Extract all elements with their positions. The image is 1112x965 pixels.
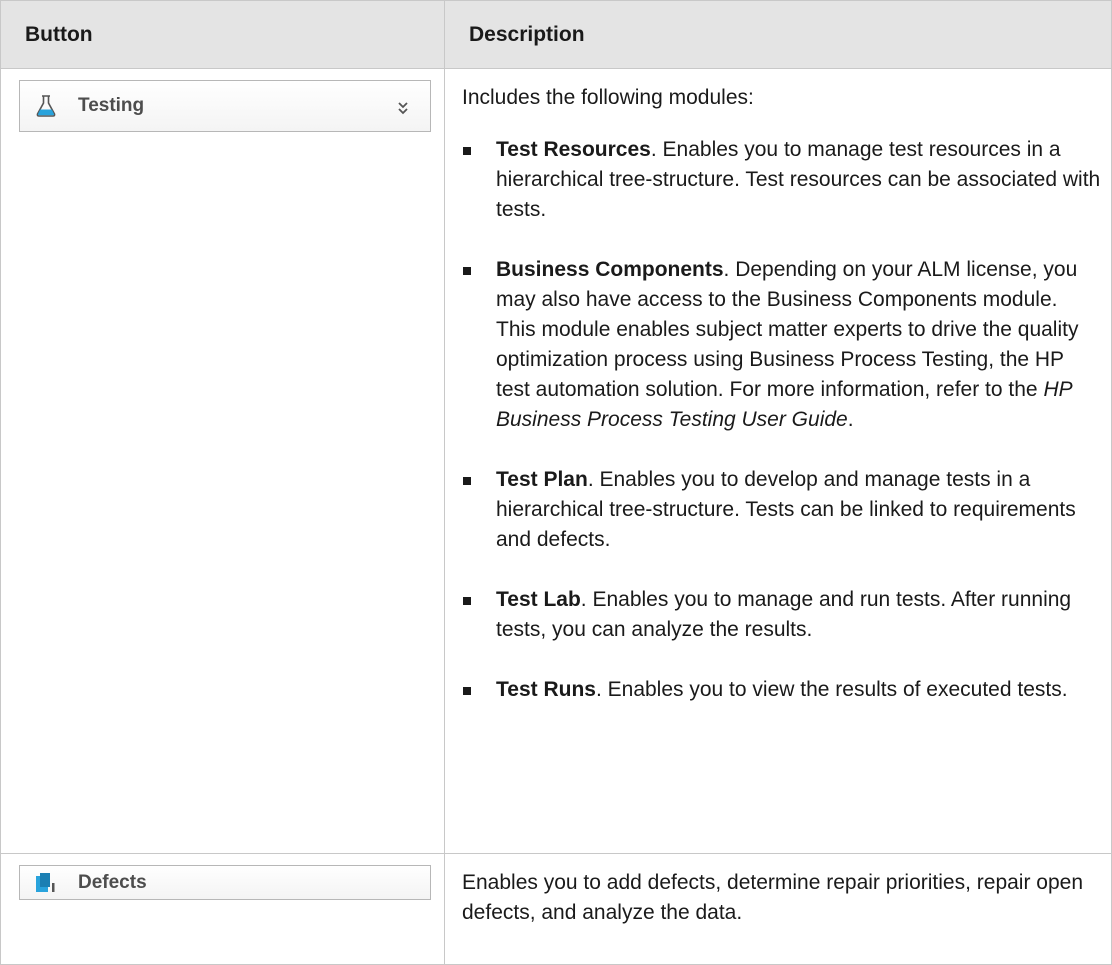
testing-module-button[interactable]: Testing bbox=[19, 80, 431, 132]
item-term: Business Components bbox=[496, 258, 724, 281]
list-item: Test Resources. Enables you to manage te… bbox=[462, 135, 1101, 225]
item-text: . Enables you to view the results of exe… bbox=[595, 678, 1068, 701]
button-cell: Testing bbox=[0, 68, 445, 854]
defects-description: Enables you to add defects, determine re… bbox=[462, 871, 1084, 924]
defects-button-label: Defects bbox=[78, 871, 147, 893]
button-cell: Defects bbox=[0, 853, 445, 965]
modules-table: Button Description Testing Includes the … bbox=[0, 0, 1112, 965]
description-cell: Enables you to add defects, determine re… bbox=[444, 853, 1112, 965]
testing-button-label: Testing bbox=[78, 95, 145, 116]
item-end: . bbox=[847, 408, 854, 431]
module-list: Test Resources. Enables you to manage te… bbox=[462, 135, 1101, 705]
table-header-row: Button Description bbox=[0, 0, 1112, 69]
list-item: Test Runs. Enables you to view the resul… bbox=[462, 675, 1101, 705]
table-row-testing: Testing Includes the following modules: … bbox=[0, 68, 1112, 854]
defects-module-button[interactable]: Defects bbox=[19, 865, 431, 900]
description-cell: Includes the following modules: Test Res… bbox=[444, 68, 1112, 854]
list-item: Test Plan. Enables you to develop and ma… bbox=[462, 465, 1101, 555]
item-term: Test Runs bbox=[496, 678, 596, 701]
testing-intro: Includes the following modules: bbox=[462, 86, 754, 109]
item-text: . Enables you to manage and run tests. A… bbox=[496, 588, 1072, 641]
list-item: Business Components. Depending on your A… bbox=[462, 255, 1101, 435]
item-term: Test Lab bbox=[496, 588, 581, 611]
chevron-double-down-icon bbox=[396, 99, 410, 115]
item-term: Test Plan bbox=[496, 468, 588, 491]
item-term: Test Resources bbox=[496, 138, 651, 161]
table-row-defects: Defects Enables you to add defects, dete… bbox=[0, 853, 1112, 965]
flask-icon bbox=[34, 94, 58, 118]
description-column-header: Description bbox=[444, 0, 1112, 69]
button-column-header: Button bbox=[0, 0, 445, 69]
defects-icon bbox=[34, 871, 58, 895]
list-item: Test Lab. Enables you to manage and run … bbox=[462, 585, 1101, 645]
